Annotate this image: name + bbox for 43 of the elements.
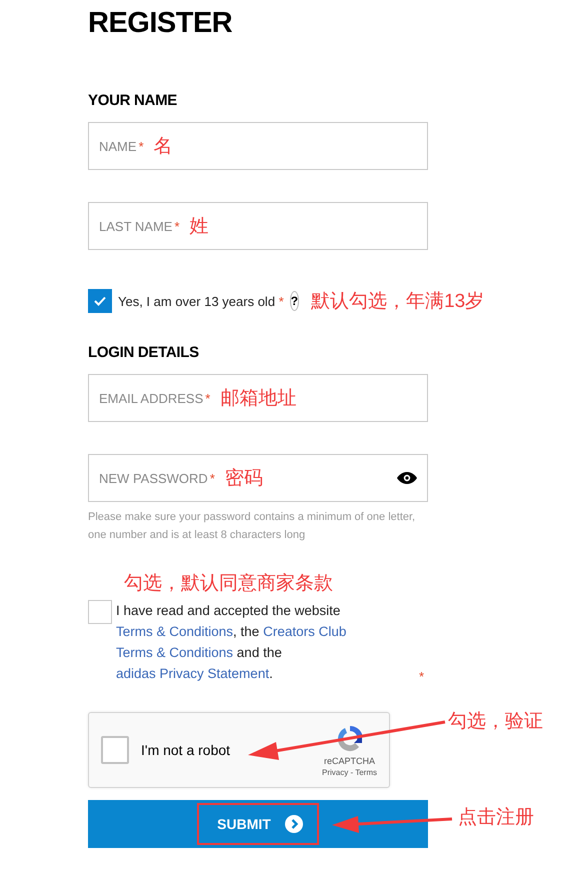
chevron-right-icon — [284, 815, 303, 833]
checkbox[interactable] — [88, 289, 112, 313]
annotation-text: 默认勾选，年满13岁 — [311, 290, 484, 314]
captcha-label: I'm not a robot — [141, 742, 230, 758]
section-heading: LOGIN DETAILS — [88, 344, 200, 362]
terms-link[interactable]: Terms & Conditions — [116, 624, 234, 639]
page-title: REGISTER — [88, 6, 234, 40]
captcha-checkbox[interactable] — [101, 736, 129, 764]
required-mark: * — [210, 470, 215, 486]
annotation-text: 姓 — [190, 215, 209, 239]
required-mark: * — [418, 669, 424, 684]
annotation-text: 勾选，验证 — [448, 710, 543, 734]
required-mark: * — [138, 138, 144, 154]
required-mark: * — [278, 294, 284, 308]
required-mark: * — [205, 390, 210, 406]
annotation-text: 点击注册 — [458, 806, 534, 830]
terms-link[interactable]: adidas Privacy Statement — [116, 666, 270, 681]
password-hint: Please make sure your password contains a minimum of one letter, one number and is at least 8 characters long — [88, 510, 416, 543]
captcha-brand: reCAPTCHA — [324, 756, 376, 766]
eye-icon[interactable] — [397, 472, 417, 484]
annotation-text: 名 — [154, 135, 173, 159]
field-label: LAST NAME — [99, 218, 172, 234]
submit-button[interactable]: SUBMIT — [88, 800, 428, 848]
checkbox[interactable] — [88, 600, 112, 624]
field-label: NAME — [99, 138, 137, 154]
terms-text: I have read and accepted the website Terms & Conditions, the Creators Club Terms & Conditions and the adidas Privacy Statement. — [116, 602, 348, 683]
help-button[interactable]: ? — [290, 291, 300, 311]
input-field[interactable]: LAST NAME* 姓 — [88, 202, 428, 250]
terms-link[interactable]: Creators Club — [263, 624, 346, 639]
required-mark: * — [174, 218, 180, 234]
field-label: EMAIL ADDRESS — [99, 390, 204, 406]
section-heading: YOUR NAME — [88, 92, 178, 110]
annotation-text: 邮箱地址 — [220, 387, 296, 411]
input-field[interactable]: EMAIL ADDRESS* 邮箱地址 — [88, 374, 428, 422]
terms-link[interactable]: Terms & Conditions — [116, 645, 234, 660]
annotation-text: 勾选，默认同意商家条款 — [124, 572, 333, 596]
input-field[interactable]: NAME* 名 — [88, 122, 428, 170]
checkmark-icon — [94, 296, 106, 306]
checkbox-label: Yes, I am over 13 years old * — [118, 294, 284, 308]
captcha-links[interactable]: Privacy - Terms — [322, 768, 377, 776]
annotation-text: 密码 — [224, 467, 263, 491]
password-field[interactable]: NEW PASSWORD* 密码 — [88, 454, 428, 502]
field-label: NEW PASSWORD — [99, 470, 208, 486]
